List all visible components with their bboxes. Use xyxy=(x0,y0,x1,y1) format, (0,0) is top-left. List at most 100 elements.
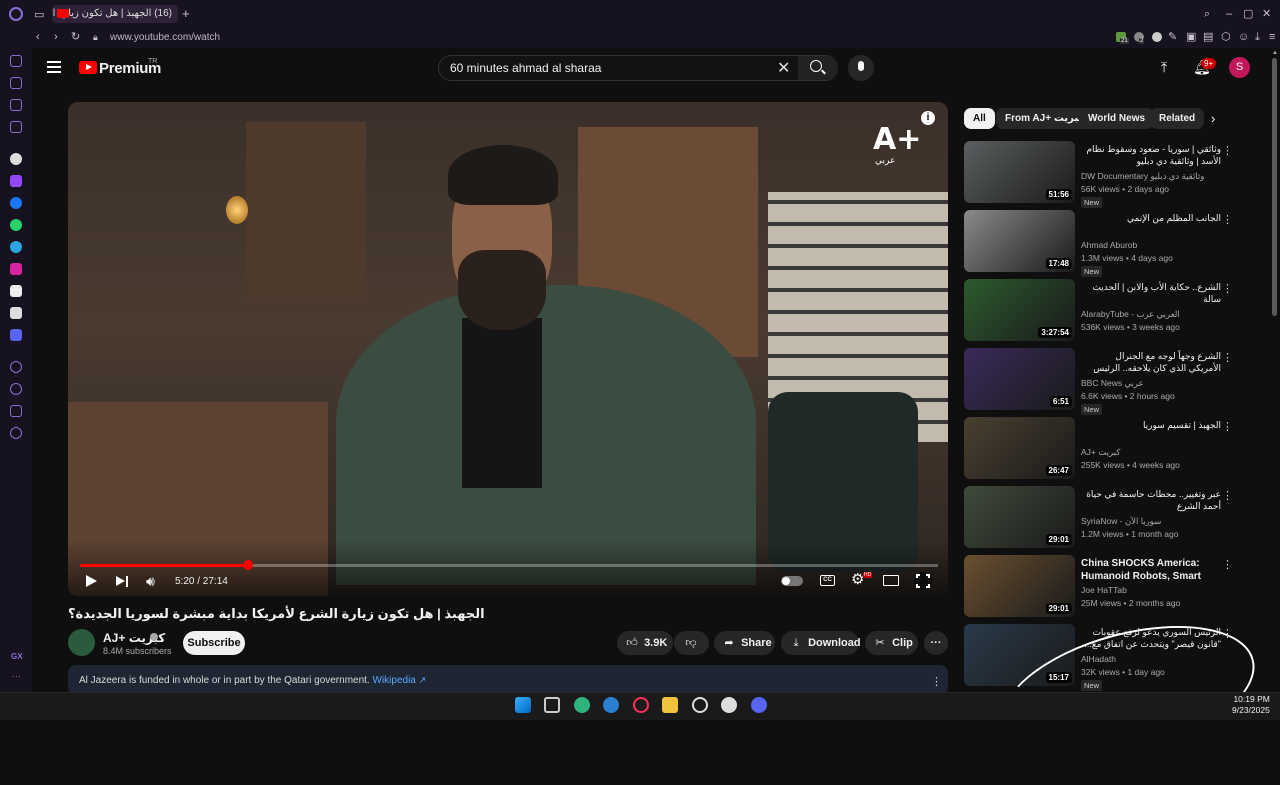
download-button[interactable]: ⤓ Download xyxy=(781,631,861,655)
recommendation-item[interactable]: 26:47 الجهبذ | تقسيم سوريا AJ+ كبريت 255K v… xyxy=(964,417,1244,481)
subtitles-button[interactable]: CC xyxy=(820,575,835,586)
recommendation-channel[interactable]: Ahmad Aburob xyxy=(1081,240,1137,250)
play-icon[interactable] xyxy=(86,575,97,587)
recommendation-title[interactable]: عبر وتغيير.. محطات حاسمة في حياة أحمد ال… xyxy=(1081,488,1221,512)
sidebar-tiktok-icon[interactable] xyxy=(10,285,22,297)
wikipedia-link[interactable]: Wikipedia xyxy=(373,675,416,686)
sidebar-player-icon[interactable] xyxy=(10,77,22,89)
channel-avatar[interactable] xyxy=(68,629,95,656)
create-upload-icon[interactable]: ⤒ xyxy=(1161,59,1167,76)
sidebar-whatsapp-icon[interactable] xyxy=(10,219,22,231)
recommendation-title[interactable]: الشرع وجهاً لوجه مع الجنرال الأمريكي الذ… xyxy=(1081,350,1221,376)
download-icon[interactable]: ⤓ xyxy=(1255,31,1260,43)
autoplay-toggle[interactable] xyxy=(781,576,803,586)
close-window-icon[interactable]: ✕ xyxy=(1262,8,1271,20)
window-search-icon[interactable]: ⌕ xyxy=(1204,8,1210,20)
sidebar-speed-dial-icon[interactable] xyxy=(10,55,22,67)
edge-dev-icon[interactable] xyxy=(603,697,619,713)
recommendation-channel[interactable]: AlarabyTube - العربي عرب xyxy=(1081,309,1180,320)
chips-next-icon[interactable]: › xyxy=(1211,111,1215,126)
recommendation-more-icon[interactable]: ⋮ xyxy=(1222,282,1233,295)
camera-icon[interactable]: ▣ xyxy=(1186,31,1196,43)
recommendation-thumbnail[interactable]: 17:48 xyxy=(964,210,1075,272)
pen-icon[interactable]: ✎ xyxy=(1168,31,1177,43)
url-field[interactable]: www.youtube.com/watch xyxy=(110,32,220,43)
recommendation-item[interactable]: 29:01 China SHOCKS America: Humanoid Robo… xyxy=(964,555,1244,619)
more-actions-button[interactable]: ··· xyxy=(924,631,948,655)
sidebar-news-icon[interactable] xyxy=(10,121,22,133)
puzzle-icon[interactable]: ⬡ xyxy=(1221,31,1231,43)
chip-all[interactable]: All xyxy=(964,108,995,129)
extension-icon-3[interactable] xyxy=(1152,32,1162,42)
recommendation-more-icon[interactable]: ⋮ xyxy=(1222,144,1233,157)
sidebar-x-icon[interactable] xyxy=(10,307,22,319)
sidebar-music-icon[interactable] xyxy=(10,361,22,373)
like-button[interactable]: 👍︎ 3.9K xyxy=(617,631,673,655)
recommendation-thumbnail[interactable]: 29:01 xyxy=(964,486,1075,548)
clear-search-icon[interactable]: ✕ xyxy=(777,58,790,78)
sidebar-settings-icon[interactable] xyxy=(10,427,22,439)
recommendation-thumbnail[interactable]: 3:27:54 xyxy=(964,279,1075,341)
wallet-icon[interactable]: ▤ xyxy=(1203,31,1213,43)
hamburger-menu-icon[interactable] xyxy=(47,61,61,73)
recommendation-title[interactable]: الجانب المظلم من الإنمي xyxy=(1081,212,1221,224)
sidebar-chat-icon[interactable] xyxy=(10,99,22,111)
recommendation-more-icon[interactable]: ⋮ xyxy=(1222,351,1233,364)
minimize-icon[interactable]: – xyxy=(1226,8,1232,20)
notice-more-icon[interactable]: ⋮ xyxy=(931,675,942,688)
recommendation-item[interactable]: 17:48 الجانب المظلم من الإنمي Ahmad Aburob… xyxy=(964,210,1244,277)
forward-icon[interactable]: › xyxy=(54,31,58,43)
recommendation-title[interactable]: الشرع.. حكاية الأب والابن | الحديث سالة xyxy=(1081,281,1221,305)
browser-logo-icon[interactable] xyxy=(9,7,23,21)
dislike-button[interactable]: 👎︎ xyxy=(674,631,709,655)
progress-scrubber[interactable] xyxy=(242,560,253,570)
recommendation-thumbnail[interactable]: 29:01 xyxy=(964,555,1075,617)
recommendation-channel[interactable]: AJ+ كبريت xyxy=(1081,447,1120,458)
task-view-icon[interactable] xyxy=(544,697,560,713)
recommendation-channel[interactable]: BBC News عربي xyxy=(1081,378,1144,389)
sidebar-more-icon[interactable]: ··· xyxy=(12,671,21,681)
clip-button[interactable]: ✂ Clip xyxy=(865,631,918,655)
sidebar-extensions-icon[interactable] xyxy=(10,405,22,417)
recommendation-more-icon[interactable]: ⋮ xyxy=(1222,558,1233,571)
subscribe-button[interactable]: Subscribe xyxy=(183,631,245,655)
tab-manager-icon[interactable]: ▭ xyxy=(34,9,44,21)
sidebar-telegram-icon[interactable] xyxy=(10,241,22,253)
theater-mode-icon[interactable] xyxy=(883,575,899,586)
sidebar-history-icon[interactable] xyxy=(10,383,22,395)
recommendation-channel[interactable]: SyriaNow - سوريا الآن xyxy=(1081,516,1161,527)
sidebar-gx-label[interactable]: GX xyxy=(11,652,23,661)
chip-related[interactable]: Related xyxy=(1150,108,1205,129)
volume-icon[interactable]: 🔊︎ xyxy=(146,574,155,588)
browser-tab-active[interactable]: (16) الجهبذ | هل تكون زيارة الـ xyxy=(52,5,178,23)
progress-bar[interactable] xyxy=(80,564,938,567)
recommendation-channel[interactable]: DW Documentary وثائقية دي دبليو xyxy=(1081,171,1204,182)
chip-world-news[interactable]: World News xyxy=(1079,108,1155,129)
sidebar-twitch-icon[interactable] xyxy=(10,175,22,187)
recommendation-item[interactable]: 51:56 وثائقي | سوريا - صعود وسقوط نظام ال… xyxy=(964,141,1244,208)
video-player[interactable] xyxy=(68,102,948,596)
menu-icon[interactable]: ≡ xyxy=(1269,31,1275,43)
sidebar-messenger-icon[interactable] xyxy=(10,197,22,209)
scroll-up-icon[interactable]: ▲ xyxy=(1272,50,1278,56)
recommendation-item[interactable]: 6:51 الشرع وجهاً لوجه مع الجنرال الأمريكي… xyxy=(964,348,1244,415)
recommendation-thumbnail[interactable]: 51:56 xyxy=(964,141,1075,203)
recommendation-thumbnail[interactable]: 26:47 xyxy=(964,417,1075,479)
reload-icon[interactable]: ↻ xyxy=(71,31,80,43)
opera-gx-icon[interactable] xyxy=(633,697,649,713)
recommendation-more-icon[interactable]: ⋮ xyxy=(1222,213,1233,226)
recommendation-more-icon[interactable]: ⋮ xyxy=(1222,489,1233,502)
search-input[interactable]: 60 minutes ahmad al sharaa xyxy=(450,61,601,75)
recommendation-more-icon[interactable]: ⋮ xyxy=(1222,420,1233,433)
recommendation-item[interactable]: 29:01 عبر وتغيير.. محطات حاسمة في حياة أح… xyxy=(964,486,1244,550)
profile-icon[interactable]: ☺ xyxy=(1238,31,1249,43)
info-icon[interactable]: i xyxy=(921,111,935,125)
account-avatar[interactable]: S xyxy=(1229,57,1250,78)
page-scrollbar[interactable] xyxy=(1272,58,1277,316)
next-icon[interactable] xyxy=(116,576,125,586)
share-button[interactable]: ➦ Share xyxy=(714,631,775,655)
sidebar-ai-icon[interactable] xyxy=(10,153,22,165)
back-icon[interactable]: ‹ xyxy=(36,31,40,43)
maximize-icon[interactable]: ▢ xyxy=(1243,8,1253,20)
recommendation-channel[interactable]: Joe HaTTab xyxy=(1081,585,1127,595)
